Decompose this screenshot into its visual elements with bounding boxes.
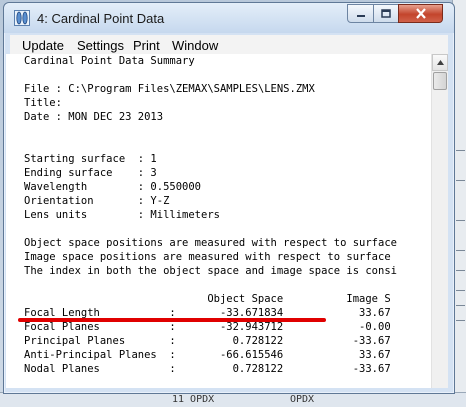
maximize-button[interactable] xyxy=(373,4,399,23)
report-line: Orientation : Y-Z xyxy=(24,195,170,207)
table-row-nodal-planes: Nodal Planes : 0.728122 -33.67 xyxy=(24,363,391,375)
menu-update[interactable]: Update xyxy=(22,38,64,53)
maximize-icon xyxy=(381,8,391,18)
vertical-scrollbar[interactable] xyxy=(431,54,448,388)
table-row-principal-planes: Principal Planes : 0.728122 -33.67 xyxy=(24,335,391,347)
report-text-area[interactable]: Cardinal Point Data Summary File : C:\Pr… xyxy=(6,54,431,388)
minimize-icon xyxy=(356,14,365,17)
report-line: Ending surface : 3 xyxy=(24,167,157,179)
background-window-strip: 11 OPDX OPDX xyxy=(0,392,466,407)
report-line: Lens units : Millimeters xyxy=(24,209,220,221)
zemax-app-icon xyxy=(14,10,30,26)
menu-window[interactable]: Window xyxy=(172,38,218,53)
report-line: Date : MON DEC 23 2013 xyxy=(24,111,164,123)
window-title: 4: Cardinal Point Data xyxy=(37,11,165,26)
title-bar[interactable]: 4: Cardinal Point Data xyxy=(4,3,454,33)
report-heading: Cardinal Point Data Summary xyxy=(24,55,195,67)
report-line: Object space positions are measured with… xyxy=(24,237,397,249)
menu-print[interactable]: Print xyxy=(133,38,160,53)
red-underline-annotation xyxy=(18,318,326,322)
report-line: Title: xyxy=(24,97,62,109)
scroll-thumb[interactable] xyxy=(433,72,447,90)
report-line: Wavelength : 0.550000 xyxy=(24,181,202,193)
close-button[interactable] xyxy=(398,4,443,23)
report-line: Image space positions are measured with … xyxy=(24,251,391,263)
menu-settings[interactable]: Settings xyxy=(77,38,124,53)
report-line: File : C:\Program Files\ZEMAX\SAMPLES\LE… xyxy=(24,83,315,95)
close-icon xyxy=(415,8,426,19)
report-line: The index in both the object space and i… xyxy=(24,265,397,277)
background-text: 11 OPDX xyxy=(172,394,215,405)
report-line: Starting surface : 1 xyxy=(24,153,157,165)
minimize-button[interactable] xyxy=(347,4,374,23)
table-row-anti-principal-planes: Anti-Principal Planes : -66.615546 33.67 xyxy=(24,349,391,361)
background-text: OPDX xyxy=(290,394,315,405)
scroll-up-button[interactable] xyxy=(432,54,448,71)
arrow-up-icon xyxy=(436,60,444,65)
table-header: Object Space Image S xyxy=(24,293,391,305)
table-row-focal-planes: Focal Planes : -32.943712 -0.00 xyxy=(24,321,391,333)
